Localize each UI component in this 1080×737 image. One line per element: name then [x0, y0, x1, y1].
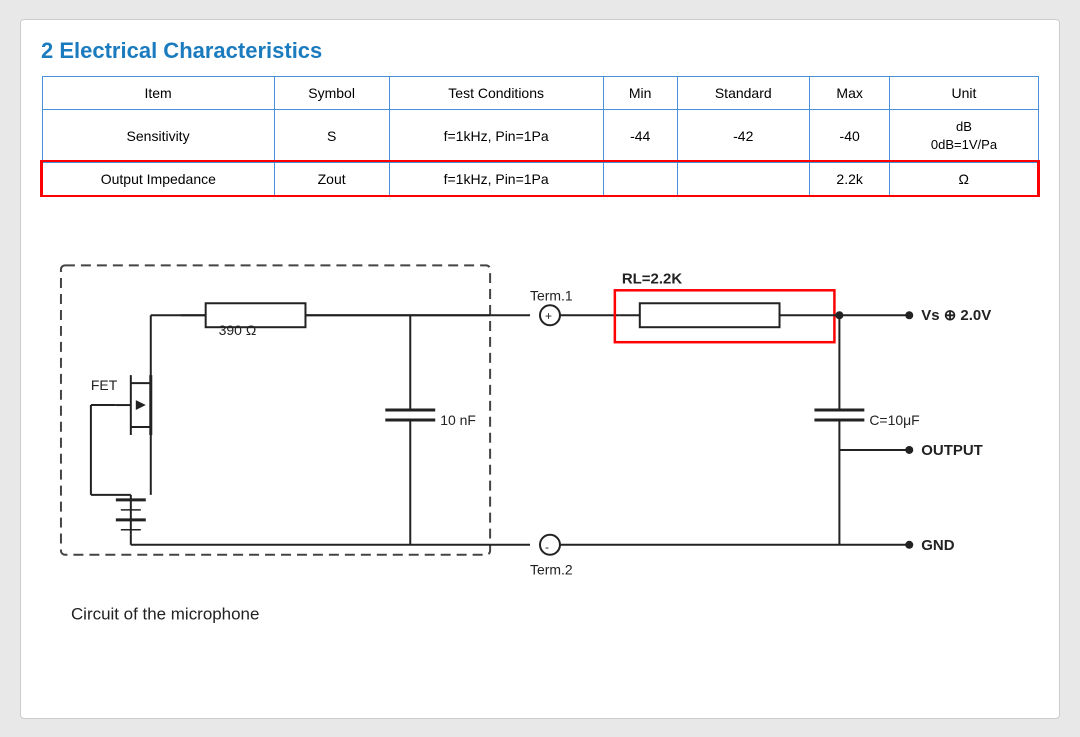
sensitivity-symbol: S	[274, 109, 389, 162]
output-impedance-unit: Ω	[890, 162, 1038, 195]
col-item: Item	[42, 76, 274, 109]
col-max: Max	[809, 76, 890, 109]
col-symbol: Symbol	[274, 76, 389, 109]
output-impedance-conditions: f=1kHz, Pin=1Pa	[389, 162, 603, 195]
col-unit: Unit	[890, 76, 1038, 109]
circuit-diagram: FET	[41, 220, 1039, 650]
gnd-label: GND	[921, 537, 954, 554]
section-title: 2 Electrical Characteristics	[41, 38, 1039, 64]
output-impedance-standard	[677, 162, 809, 195]
table-row-output-impedance: Output Impedance Zout f=1kHz, Pin=1Pa 2.…	[42, 162, 1038, 195]
term1-label: Term.1	[530, 287, 573, 303]
term2-circle	[540, 535, 560, 555]
sensitivity-item: Sensitivity	[42, 109, 274, 162]
sensitivity-standard: -42	[677, 109, 809, 162]
sensitivity-conditions: f=1kHz, Pin=1Pa	[389, 109, 603, 162]
fet-label: FET	[91, 377, 118, 393]
term2-minus: -	[545, 540, 549, 554]
output-label: OUTPUT	[921, 442, 983, 459]
term1-plus: +	[545, 309, 552, 323]
vs-label: Vs ⊕ 2.0V	[921, 307, 991, 324]
col-conditions: Test Conditions	[389, 76, 603, 109]
rl-resistor-symbol	[640, 303, 780, 327]
sensitivity-max: -40	[809, 109, 890, 162]
output-endpoint	[905, 446, 913, 454]
output-impedance-min	[603, 162, 677, 195]
gnd-endpoint	[905, 541, 913, 549]
table-row-sensitivity: Sensitivity S f=1kHz, Pin=1Pa -44 -42 -4…	[42, 109, 1038, 162]
fet-arrow	[136, 400, 146, 410]
resistor-390-label: 390 Ω	[219, 322, 257, 338]
circuit-caption: Circuit of the microphone	[71, 605, 259, 624]
elec-table: Item Symbol Test Conditions Min Standard…	[41, 76, 1039, 196]
output-impedance-symbol: Zout	[274, 162, 389, 195]
output-impedance-max: 2.2k	[809, 162, 890, 195]
term2-label: Term.2	[530, 562, 573, 578]
circuit-svg: FET	[41, 220, 1039, 650]
rl-label: RL=2.2K	[622, 270, 683, 287]
main-card: 2 Electrical Characteristics Item Symbol…	[20, 19, 1060, 719]
cap-10nf-label: 10 nF	[440, 412, 476, 428]
output-impedance-item: Output Impedance	[42, 162, 274, 195]
sensitivity-unit: dB0dB=1V/Pa	[890, 109, 1038, 162]
vs-endpoint	[905, 311, 913, 319]
table-header-row: Item Symbol Test Conditions Min Standard…	[42, 76, 1038, 109]
col-min: Min	[603, 76, 677, 109]
sensitivity-min: -44	[603, 109, 677, 162]
cap-10uf-label: C=10μF	[869, 412, 919, 428]
col-standard: Standard	[677, 76, 809, 109]
